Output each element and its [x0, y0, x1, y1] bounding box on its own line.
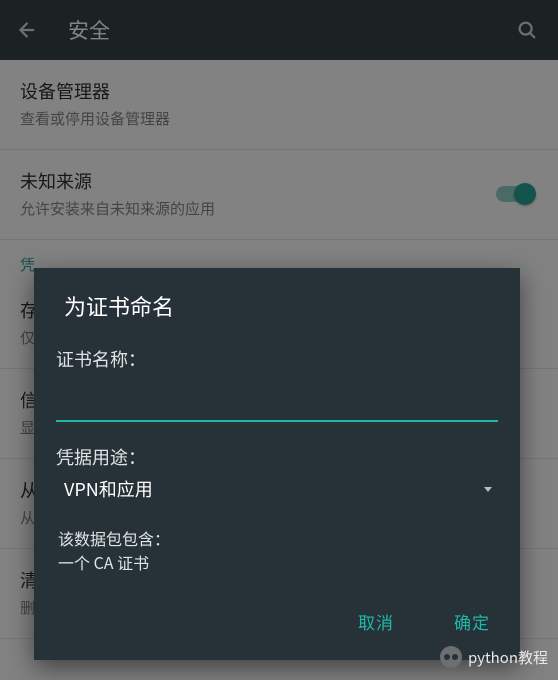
cert-name-input[interactable]	[56, 389, 498, 414]
watermark-text: python教程	[468, 647, 548, 668]
cert-name-field-wrap[interactable]	[56, 382, 498, 422]
note-heading: 该数据包包含：	[58, 526, 498, 550]
cert-name-label: 证书名称：	[56, 346, 498, 372]
cancel-button[interactable]: 取消	[346, 603, 406, 640]
note-line: 一个 CA 证书	[58, 550, 498, 574]
dialog-title: 为证书命名	[34, 268, 520, 328]
cert-usage-value: VPN和应用	[64, 476, 482, 502]
name-certificate-dialog: 为证书命名 证书名称： 凭据用途： VPN和应用 该数据包包含： 一个 CA 证…	[34, 268, 520, 660]
ok-button[interactable]: 确定	[442, 603, 502, 640]
cert-usage-select[interactable]: VPN和应用	[56, 470, 498, 508]
watermark: python教程	[440, 646, 548, 668]
cert-usage-label: 凭据用途：	[56, 444, 498, 470]
cert-contents-note: 该数据包包含： 一个 CA 证书	[56, 526, 498, 574]
wechat-icon	[440, 646, 462, 668]
chevron-down-icon	[482, 483, 494, 495]
